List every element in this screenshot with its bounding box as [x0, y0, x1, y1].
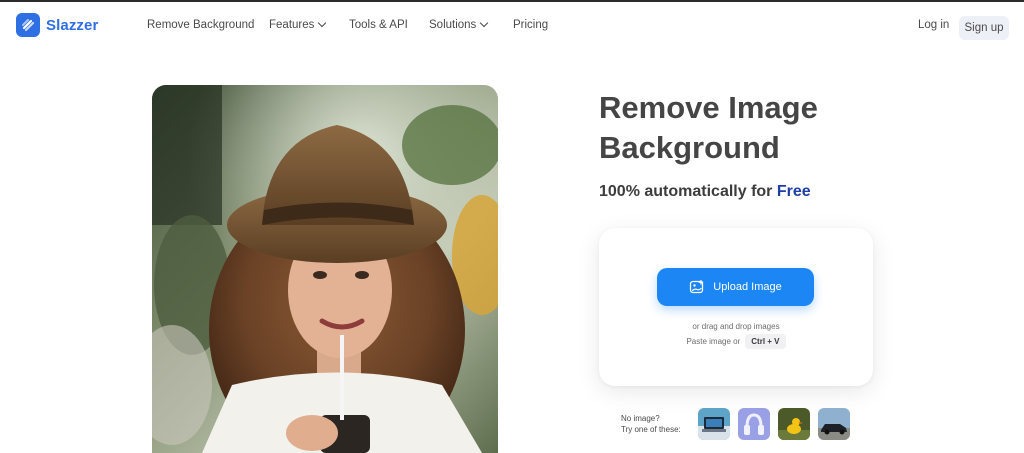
signup-button[interactable]: Sign up: [959, 16, 1009, 40]
page-title: Remove Image Background: [599, 88, 899, 168]
sample-image-car[interactable]: [818, 408, 850, 440]
nav-features[interactable]: Features: [269, 18, 327, 31]
nav-tools-api-label: Tools & API: [349, 19, 408, 31]
slazzer-logo-icon: [16, 13, 40, 37]
subtitle-free: Free: [776, 183, 811, 200]
nav-tools-api[interactable]: Tools & API: [349, 19, 408, 31]
drag-drop-hint: or drag and drop images: [692, 322, 780, 331]
slazzer-logo[interactable]: Slazzer: [16, 13, 98, 37]
nav-pricing[interactable]: Pricing: [513, 19, 548, 31]
nav-features-label: Features: [269, 19, 315, 31]
sample-images-label: No image? Try one of these:: [621, 413, 681, 435]
brand-name: Slazzer: [46, 16, 99, 34]
image-upload-icon: [690, 279, 704, 294]
title-line-1: Remove Image: [599, 90, 818, 125]
subtitle-prefix: 100% automatically for: [599, 183, 773, 200]
paste-hint-text: Paste image or: [686, 337, 741, 346]
sample-image-duck[interactable]: [778, 408, 810, 440]
upload-image-button[interactable]: Upload Image: [657, 268, 814, 306]
chevron-down-icon: [480, 18, 489, 28]
nav-solutions-label: Solutions: [429, 19, 477, 31]
upload-card[interactable]: Upload Image or drag and drop images Pas…: [599, 228, 873, 386]
top-nav: Slazzer Remove Background Features Tools…: [0, 2, 1024, 52]
upload-image-label: Upload Image: [713, 281, 782, 293]
sample-image-laptop[interactable]: [698, 408, 730, 440]
nav-pricing-label: Pricing: [513, 19, 549, 31]
sample-image-headphones[interactable]: [738, 408, 770, 440]
hero-image: [152, 85, 498, 453]
nav-solutions[interactable]: Solutions: [429, 18, 489, 31]
nav-remove-background[interactable]: Remove Background: [147, 19, 254, 31]
paste-shortcut-key: Ctrl + V: [745, 334, 786, 349]
title-line-2: Background: [599, 130, 780, 165]
nav-remove-background-label: Remove Background: [147, 19, 255, 31]
chevron-down-icon: [318, 18, 327, 28]
sample-label-line-2: Try one of these:: [621, 425, 681, 434]
login-link[interactable]: Log in: [918, 19, 949, 31]
subtitle: 100% automatically for Free: [599, 183, 811, 201]
sample-label-line-1: No image?: [621, 414, 660, 423]
paste-hint: Paste image or Ctrl + V: [599, 334, 873, 349]
